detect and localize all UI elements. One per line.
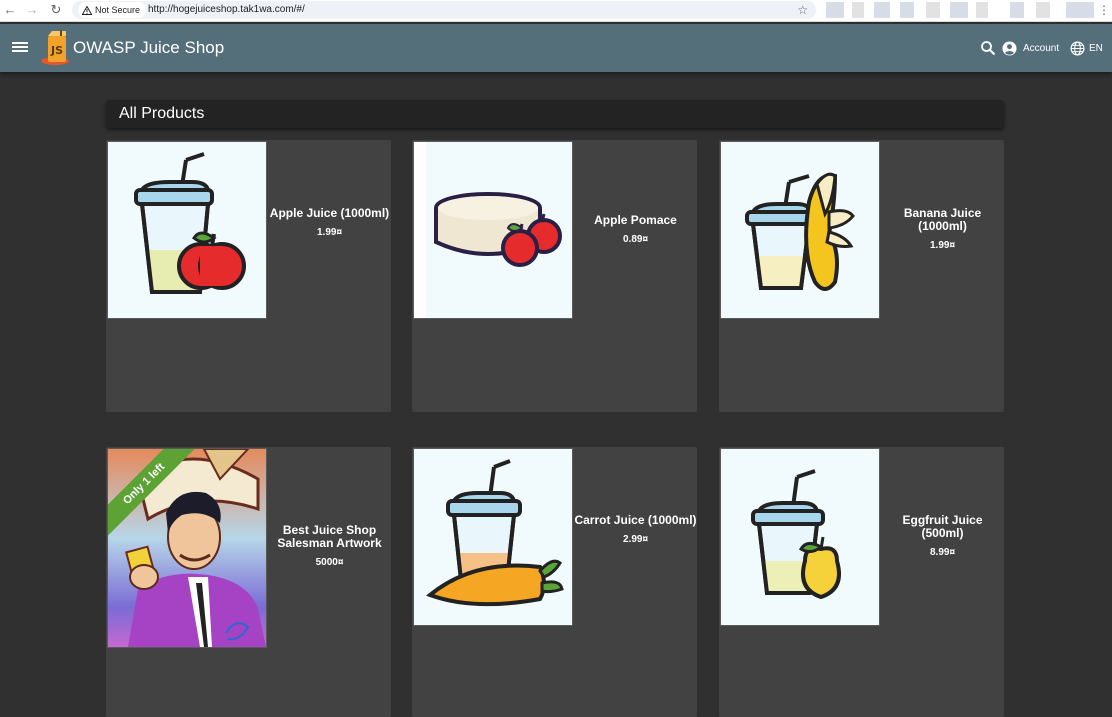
extension-icon[interactable]	[1036, 2, 1050, 18]
apple-pomace-icon	[414, 142, 562, 318]
account-button[interactable]: Account	[1002, 39, 1059, 57]
search-icon[interactable]	[980, 40, 996, 56]
product-image[interactable]	[107, 141, 267, 319]
hamburger-menu-icon[interactable]	[12, 40, 28, 56]
eggfruit-juice-icon	[751, 469, 841, 600]
browser-menu-icon[interactable]: ⋮	[1098, 2, 1110, 18]
product-price: 0.89¤	[622, 234, 649, 245]
product-card[interactable]: Eggfruit Juice (500ml) 8.99¤	[719, 447, 1004, 717]
address-bar[interactable]: Not Secure http://hogejuiceshop.tak1wa.c…	[72, 1, 816, 19]
juice-shop-logo-icon[interactable]: JS	[40, 30, 72, 66]
forward-arrow-icon[interactable]: →	[24, 2, 40, 18]
account-label: Account	[1023, 42, 1060, 54]
account-circle-icon	[1002, 40, 1017, 56]
profile-avatar[interactable]	[1066, 2, 1094, 18]
back-arrow-icon[interactable]: ←	[2, 2, 18, 18]
salesman-artwork-image	[108, 449, 266, 647]
product-card[interactable]: Carrot Juice (1000ml) 2.99¤	[412, 447, 697, 717]
extension-icon[interactable]	[852, 2, 864, 18]
product-card[interactable]: Apple Pomace 0.89¤	[412, 140, 697, 412]
url-text[interactable]: http://hogejuiceshop.tak1wa.com/#/	[148, 1, 305, 19]
product-price: 1.99¤	[929, 240, 956, 251]
apple-juice-icon	[134, 152, 246, 294]
product-image[interactable]	[413, 448, 573, 626]
bookmark-star-icon[interactable]: ☆	[797, 2, 808, 18]
product-price: 1.99¤	[316, 227, 343, 238]
product-name[interactable]: Carrot Juice (1000ml)	[574, 514, 697, 527]
app-toolbar: JS OWASP Juice Shop Account EN	[0, 24, 1112, 72]
product-image[interactable]	[720, 141, 880, 319]
product-name[interactable]: Banana Juice (1000ml)	[881, 207, 1004, 233]
product-image[interactable]: Only 1 left	[107, 448, 267, 648]
security-chip[interactable]: Not Secure	[78, 2, 147, 18]
extension-icon[interactable]	[926, 2, 940, 18]
product-price: 2.99¤	[622, 534, 649, 545]
banana-juice-icon	[745, 172, 855, 291]
product-name[interactable]: Eggfruit Juice (500ml)	[881, 514, 1004, 540]
language-label: EN	[1089, 42, 1103, 54]
warning-triangle-icon	[82, 5, 92, 15]
extension-icon[interactable]	[950, 2, 968, 18]
svg-text:JS: JS	[50, 44, 63, 57]
product-image[interactable]	[720, 448, 880, 626]
extension-icon[interactable]	[874, 2, 890, 18]
product-name[interactable]: Apple Juice (1000ml)	[268, 207, 391, 220]
product-image[interactable]	[413, 141, 573, 319]
product-card[interactable]: Only 1 left Best Juice Shop Salesman Art…	[106, 447, 391, 717]
extension-icon[interactable]	[826, 2, 844, 18]
page-title: All Products	[119, 105, 205, 122]
extension-icon[interactable]	[976, 2, 988, 18]
app-title[interactable]: OWASP Juice Shop	[73, 37, 224, 59]
product-price: 5000¤	[315, 557, 344, 568]
browser-toolbar: ← → ↻ Not Secure http://hogejuiceshop.ta…	[0, 0, 1112, 22]
carrot-juice-icon	[426, 459, 564, 607]
product-name[interactable]: Apple Pomace	[574, 214, 697, 227]
reload-icon[interactable]: ↻	[48, 2, 64, 18]
product-card[interactable]: Banana Juice (1000ml) 1.99¤	[719, 140, 1004, 412]
language-button[interactable]: EN	[1070, 39, 1103, 57]
extension-icon[interactable]	[1010, 2, 1024, 18]
security-label: Not Secure	[95, 5, 141, 15]
product-price: 8.99¤	[929, 547, 956, 558]
products-heading-bar: All Products	[106, 100, 1004, 128]
product-card[interactable]: Apple Juice (1000ml) 1.99¤	[106, 140, 391, 412]
extension-icon[interactable]	[900, 2, 914, 18]
product-name[interactable]: Best Juice Shop Salesman Artwork	[268, 524, 391, 550]
globe-icon	[1070, 41, 1085, 55]
